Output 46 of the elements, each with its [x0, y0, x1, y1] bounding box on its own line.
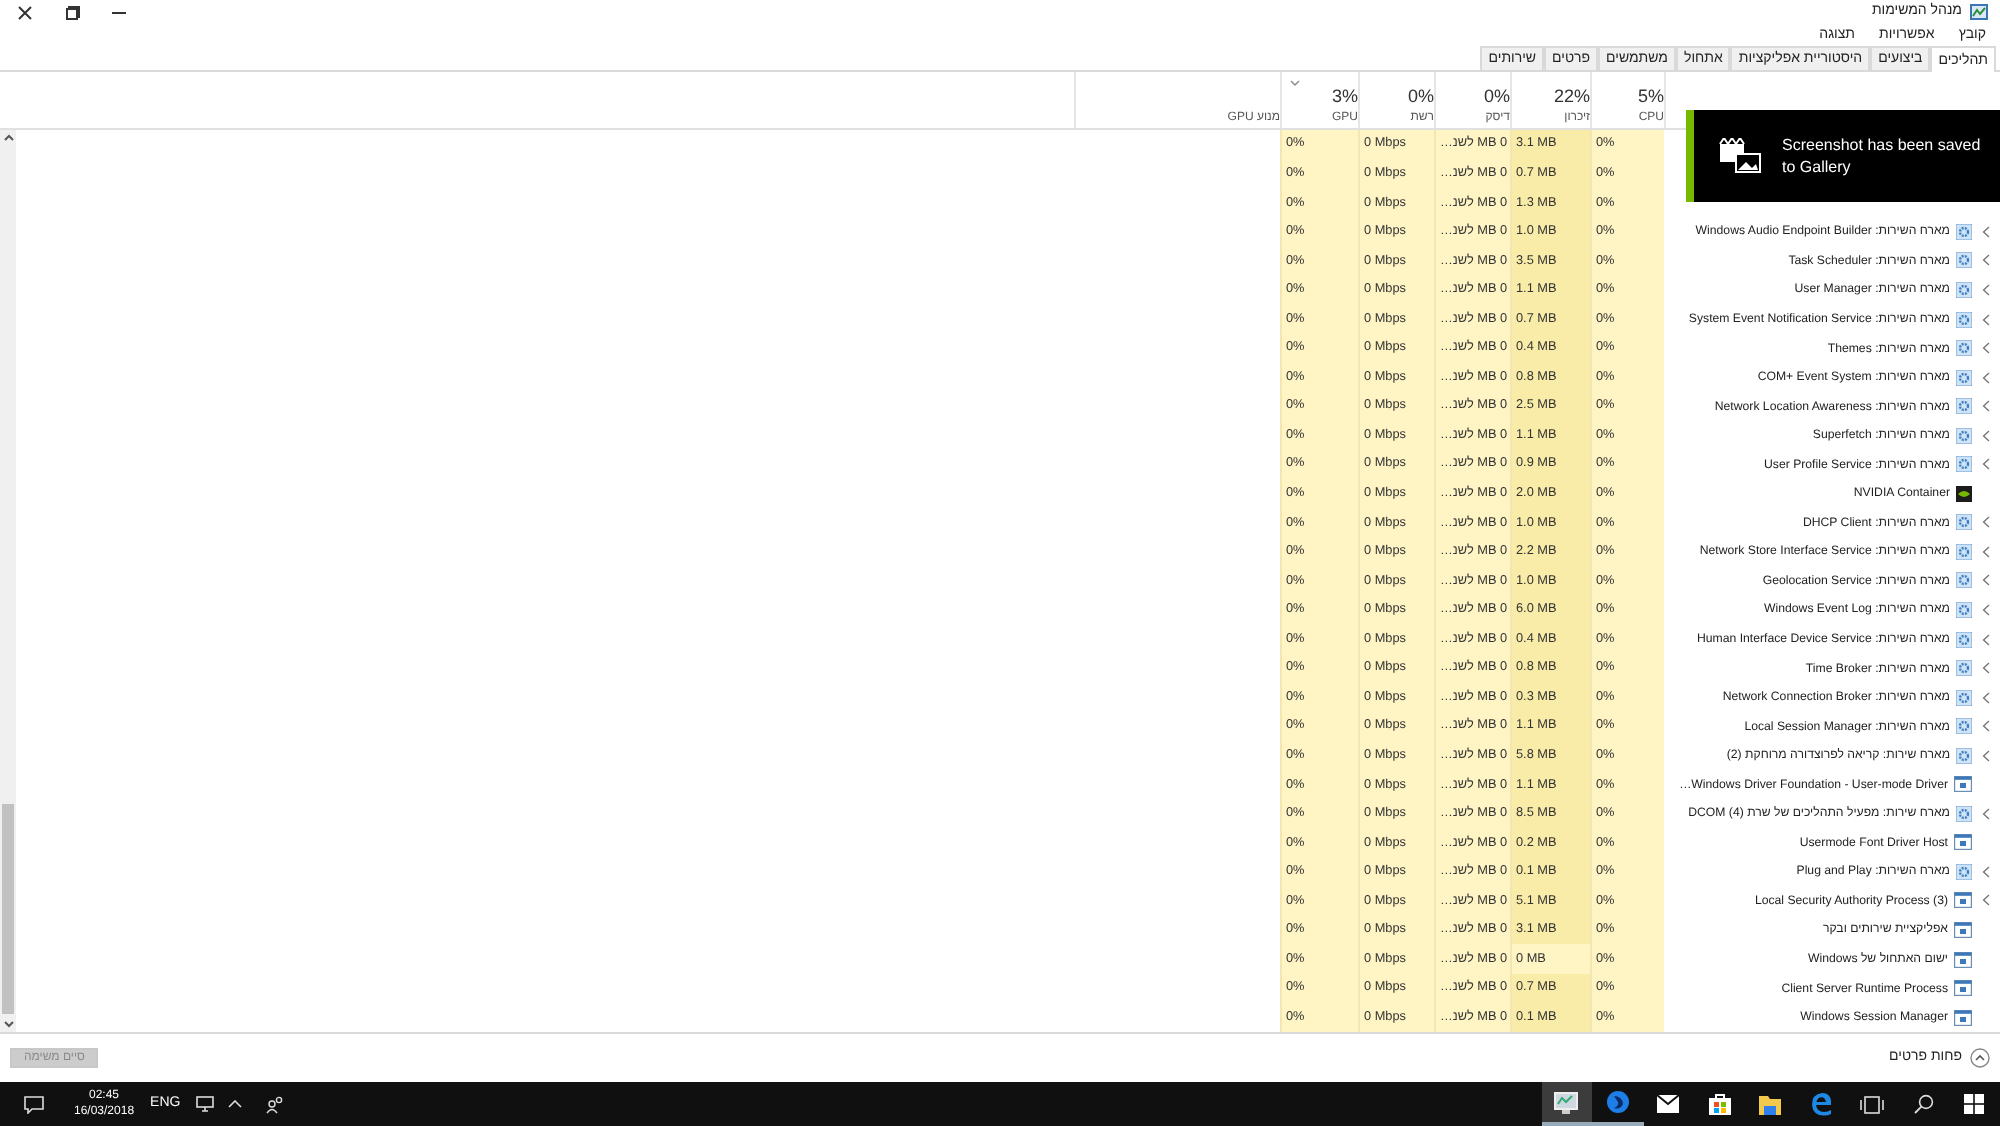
- task-manager-icon: [1554, 1091, 1579, 1113]
- expand-chevron-icon[interactable]: [1982, 574, 1990, 587]
- chevron-up-icon: [1970, 1048, 1990, 1068]
- taskbar-button[interactable]: [1541, 1082, 1592, 1126]
- expand-chevron-icon[interactable]: [1982, 284, 1990, 296]
- notification-toast[interactable]: Screenshot has been saved to Gallery: [1686, 110, 2000, 202]
- mail-icon: [1656, 1094, 1681, 1114]
- close-icon[interactable]: [18, 5, 32, 19]
- scroll-up-icon[interactable]: [3, 134, 13, 142]
- monitor-icon[interactable]: [196, 1096, 215, 1112]
- store-bag-icon: [1707, 1092, 1732, 1116]
- expand-chevron-icon[interactable]: [1982, 400, 1990, 413]
- expand-chevron-icon[interactable]: [1982, 225, 1990, 238]
- toast-message: Screenshot has been saved to Gallery: [1782, 134, 1983, 178]
- caret-up-icon[interactable]: [228, 1100, 243, 1108]
- app-icon: [1970, 4, 1988, 20]
- expand-chevron-icon[interactable]: [1982, 633, 1990, 646]
- expand-chevron-icon[interactable]: [1982, 254, 1990, 267]
- expand-chevron-icon[interactable]: [1982, 516, 1990, 529]
- scrollbar[interactable]: [0, 130, 16, 1032]
- expand-chevron-icon[interactable]: [1982, 720, 1990, 733]
- people-icon[interactable]: [266, 1095, 285, 1113]
- expand-chevron-icon[interactable]: [1982, 545, 1990, 558]
- expand-chevron-icon[interactable]: [1982, 691, 1990, 704]
- scrollbar-thumb[interactable]: [2, 804, 14, 1014]
- clapper-image-icon: [1718, 138, 1762, 174]
- expand-chevron-icon[interactable]: [1982, 371, 1990, 384]
- expand-chevron-icon[interactable]: [1982, 865, 1990, 878]
- notifications-icon[interactable]: [24, 1095, 44, 1113]
- expand-chevron-icon[interactable]: [1982, 604, 1990, 617]
- browser-e-icon: [1809, 1092, 1834, 1116]
- expand-chevron-icon[interactable]: [1982, 458, 1990, 471]
- search-icon: [1913, 1094, 1934, 1114]
- windows-logo-icon: [1964, 1094, 1985, 1114]
- scroll-down-icon[interactable]: [3, 1020, 13, 1028]
- restore-icon[interactable]: [66, 5, 80, 19]
- expand-chevron-icon[interactable]: [1982, 807, 1990, 820]
- expand-chevron-icon[interactable]: [1982, 894, 1990, 907]
- task-view-icon: [1860, 1095, 1885, 1113]
- expand-chevron-icon[interactable]: [1982, 662, 1990, 675]
- expand-chevron-icon[interactable]: [1982, 749, 1990, 762]
- globe-icon: [1605, 1090, 1630, 1114]
- expand-chevron-icon[interactable]: [1982, 313, 1990, 326]
- expand-chevron-icon[interactable]: [1982, 429, 1990, 442]
- expand-chevron-icon[interactable]: [1982, 342, 1990, 355]
- folder-icon: [1758, 1093, 1783, 1115]
